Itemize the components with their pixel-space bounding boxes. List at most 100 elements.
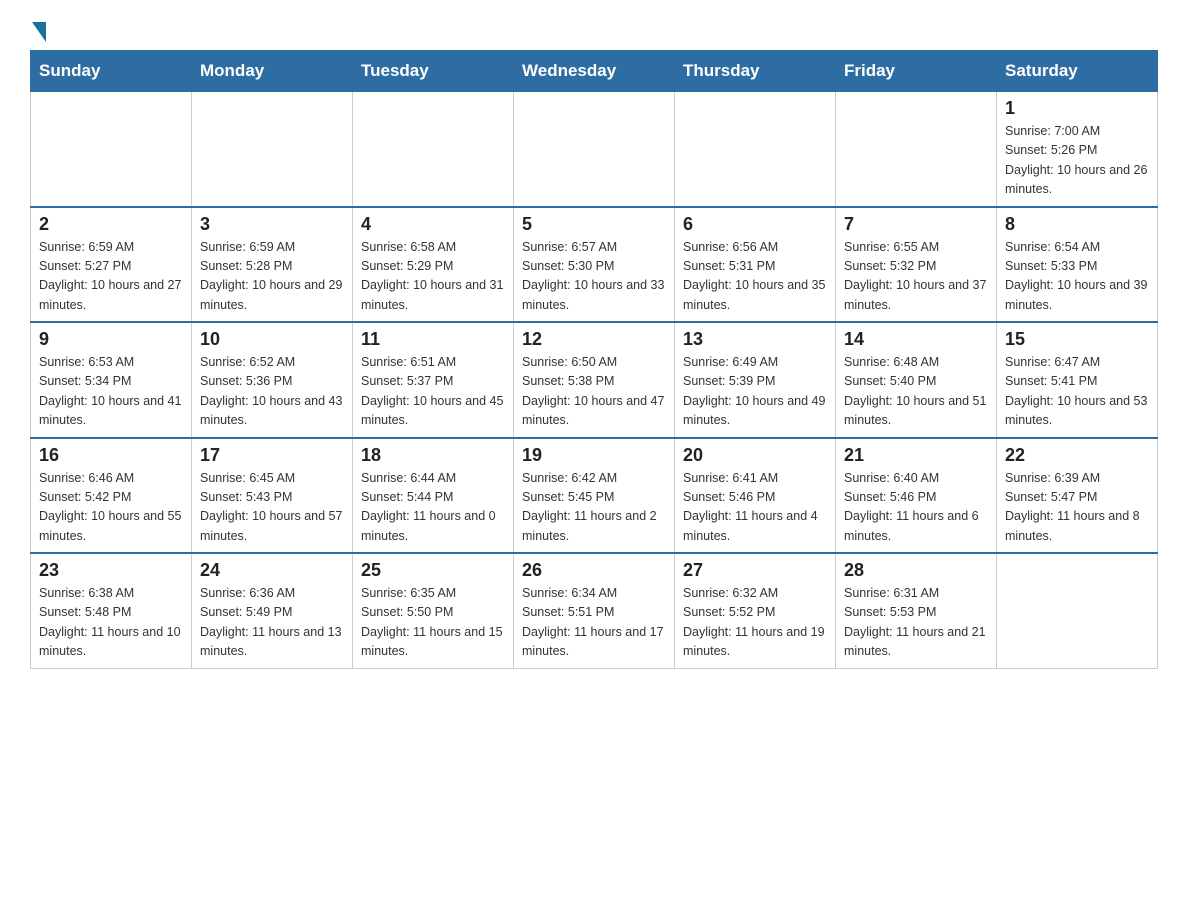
day-info: Sunrise: 6:38 AMSunset: 5:48 PMDaylight:…	[39, 584, 183, 662]
day-info: Sunrise: 6:59 AMSunset: 5:28 PMDaylight:…	[200, 238, 344, 316]
day-number: 2	[39, 214, 183, 235]
day-info: Sunrise: 6:36 AMSunset: 5:49 PMDaylight:…	[200, 584, 344, 662]
calendar-cell: 12 Sunrise: 6:50 AMSunset: 5:38 PMDayligh…	[514, 322, 675, 438]
day-info: Sunrise: 6:52 AMSunset: 5:36 PMDaylight:…	[200, 353, 344, 431]
day-info: Sunrise: 6:34 AMSunset: 5:51 PMDaylight:…	[522, 584, 666, 662]
day-number: 15	[1005, 329, 1149, 350]
day-info: Sunrise: 6:50 AMSunset: 5:38 PMDaylight:…	[522, 353, 666, 431]
calendar-cell: 10 Sunrise: 6:52 AMSunset: 5:36 PMDayligh…	[192, 322, 353, 438]
header-monday: Monday	[192, 51, 353, 92]
calendar-cell: 11 Sunrise: 6:51 AMSunset: 5:37 PMDayligh…	[353, 322, 514, 438]
calendar-cell	[192, 92, 353, 207]
day-number: 9	[39, 329, 183, 350]
day-number: 22	[1005, 445, 1149, 466]
day-number: 6	[683, 214, 827, 235]
header-tuesday: Tuesday	[353, 51, 514, 92]
day-number: 7	[844, 214, 988, 235]
calendar-cell	[675, 92, 836, 207]
day-info: Sunrise: 6:42 AMSunset: 5:45 PMDaylight:…	[522, 469, 666, 547]
page-header	[30, 20, 1158, 40]
calendar-cell: 17Sunrise: 6:45 AMSunset: 5:43 PMDayligh…	[192, 438, 353, 554]
day-info: Sunrise: 6:35 AMSunset: 5:50 PMDaylight:…	[361, 584, 505, 662]
header-saturday: Saturday	[997, 51, 1158, 92]
calendar-cell: 24 Sunrise: 6:36 AMSunset: 5:49 PMDayligh…	[192, 553, 353, 668]
calendar-cell	[836, 92, 997, 207]
day-info: Sunrise: 6:45 AMSunset: 5:43 PMDaylight:…	[200, 469, 344, 547]
calendar-cell: 26 Sunrise: 6:34 AMSunset: 5:51 PMDayligh…	[514, 553, 675, 668]
day-number: 26	[522, 560, 666, 581]
day-number: 20	[683, 445, 827, 466]
day-info: Sunrise: 6:57 AMSunset: 5:30 PMDaylight:…	[522, 238, 666, 316]
calendar-week-row: 2 Sunrise: 6:59 AMSunset: 5:27 PMDaylight…	[31, 207, 1158, 323]
calendar-week-row: 9 Sunrise: 6:53 AMSunset: 5:34 PMDaylight…	[31, 322, 1158, 438]
header-sunday: Sunday	[31, 51, 192, 92]
day-number: 12	[522, 329, 666, 350]
calendar-cell: 4 Sunrise: 6:58 AMSunset: 5:29 PMDaylight…	[353, 207, 514, 323]
calendar-cell: 8 Sunrise: 6:54 AMSunset: 5:33 PMDaylight…	[997, 207, 1158, 323]
day-number: 10	[200, 329, 344, 350]
day-info: Sunrise: 7:00 AMSunset: 5:26 PMDaylight:…	[1005, 122, 1149, 200]
calendar-cell: 15 Sunrise: 6:47 AMSunset: 5:41 PMDayligh…	[997, 322, 1158, 438]
calendar-cell: 27 Sunrise: 6:32 AMSunset: 5:52 PMDayligh…	[675, 553, 836, 668]
calendar-week-row: 23 Sunrise: 6:38 AMSunset: 5:48 PMDayligh…	[31, 553, 1158, 668]
calendar-cell: 25Sunrise: 6:35 AMSunset: 5:50 PMDayligh…	[353, 553, 514, 668]
calendar-cell: 9 Sunrise: 6:53 AMSunset: 5:34 PMDaylight…	[31, 322, 192, 438]
day-number: 24	[200, 560, 344, 581]
day-number: 16	[39, 445, 183, 466]
day-number: 8	[1005, 214, 1149, 235]
calendar-cell: 23 Sunrise: 6:38 AMSunset: 5:48 PMDayligh…	[31, 553, 192, 668]
day-number: 4	[361, 214, 505, 235]
calendar-header-row: SundayMondayTuesdayWednesdayThursdayFrid…	[31, 51, 1158, 92]
calendar-cell: 3Sunrise: 6:59 AMSunset: 5:28 PMDaylight…	[192, 207, 353, 323]
day-number: 11	[361, 329, 505, 350]
day-number: 23	[39, 560, 183, 581]
calendar-cell: 21 Sunrise: 6:40 AMSunset: 5:46 PMDayligh…	[836, 438, 997, 554]
day-info: Sunrise: 6:49 AMSunset: 5:39 PMDaylight:…	[683, 353, 827, 431]
calendar-cell: 18 Sunrise: 6:44 AMSunset: 5:44 PMDayligh…	[353, 438, 514, 554]
calendar-cell	[514, 92, 675, 207]
calendar-cell: 28 Sunrise: 6:31 AMSunset: 5:53 PMDayligh…	[836, 553, 997, 668]
header-friday: Friday	[836, 51, 997, 92]
calendar-table: SundayMondayTuesdayWednesdayThursdayFrid…	[30, 50, 1158, 669]
calendar-week-row: 16 Sunrise: 6:46 AMSunset: 5:42 PMDayligh…	[31, 438, 1158, 554]
day-info: Sunrise: 6:54 AMSunset: 5:33 PMDaylight:…	[1005, 238, 1149, 316]
day-number: 28	[844, 560, 988, 581]
header-wednesday: Wednesday	[514, 51, 675, 92]
day-number: 14	[844, 329, 988, 350]
day-info: Sunrise: 6:46 AMSunset: 5:42 PMDaylight:…	[39, 469, 183, 547]
day-info: Sunrise: 6:40 AMSunset: 5:46 PMDaylight:…	[844, 469, 988, 547]
calendar-cell	[997, 553, 1158, 668]
logo-arrow-icon	[32, 22, 46, 42]
day-info: Sunrise: 6:31 AMSunset: 5:53 PMDaylight:…	[844, 584, 988, 662]
day-number: 21	[844, 445, 988, 466]
day-info: Sunrise: 6:59 AMSunset: 5:27 PMDaylight:…	[39, 238, 183, 316]
calendar-week-row: 1Sunrise: 7:00 AMSunset: 5:26 PMDaylight…	[31, 92, 1158, 207]
day-info: Sunrise: 6:51 AMSunset: 5:37 PMDaylight:…	[361, 353, 505, 431]
calendar-cell: 13 Sunrise: 6:49 AMSunset: 5:39 PMDayligh…	[675, 322, 836, 438]
day-info: Sunrise: 6:56 AMSunset: 5:31 PMDaylight:…	[683, 238, 827, 316]
calendar-cell	[353, 92, 514, 207]
day-info: Sunrise: 6:53 AMSunset: 5:34 PMDaylight:…	[39, 353, 183, 431]
calendar-cell: 6 Sunrise: 6:56 AMSunset: 5:31 PMDaylight…	[675, 207, 836, 323]
day-info: Sunrise: 6:48 AMSunset: 5:40 PMDaylight:…	[844, 353, 988, 431]
day-info: Sunrise: 6:32 AMSunset: 5:52 PMDaylight:…	[683, 584, 827, 662]
day-info: Sunrise: 6:41 AMSunset: 5:46 PMDaylight:…	[683, 469, 827, 547]
day-number: 13	[683, 329, 827, 350]
day-info: Sunrise: 6:58 AMSunset: 5:29 PMDaylight:…	[361, 238, 505, 316]
day-info: Sunrise: 6:55 AMSunset: 5:32 PMDaylight:…	[844, 238, 988, 316]
calendar-cell: 16 Sunrise: 6:46 AMSunset: 5:42 PMDayligh…	[31, 438, 192, 554]
day-info: Sunrise: 6:44 AMSunset: 5:44 PMDaylight:…	[361, 469, 505, 547]
day-number: 5	[522, 214, 666, 235]
day-number: 18	[361, 445, 505, 466]
logo	[30, 20, 48, 40]
calendar-cell	[31, 92, 192, 207]
header-thursday: Thursday	[675, 51, 836, 92]
day-number: 27	[683, 560, 827, 581]
day-info: Sunrise: 6:39 AMSunset: 5:47 PMDaylight:…	[1005, 469, 1149, 547]
calendar-cell: 1Sunrise: 7:00 AMSunset: 5:26 PMDaylight…	[997, 92, 1158, 207]
day-number: 19	[522, 445, 666, 466]
calendar-cell: 5 Sunrise: 6:57 AMSunset: 5:30 PMDaylight…	[514, 207, 675, 323]
calendar-cell: 20 Sunrise: 6:41 AMSunset: 5:46 PMDayligh…	[675, 438, 836, 554]
calendar-cell: 22 Sunrise: 6:39 AMSunset: 5:47 PMDayligh…	[997, 438, 1158, 554]
day-info: Sunrise: 6:47 AMSunset: 5:41 PMDaylight:…	[1005, 353, 1149, 431]
